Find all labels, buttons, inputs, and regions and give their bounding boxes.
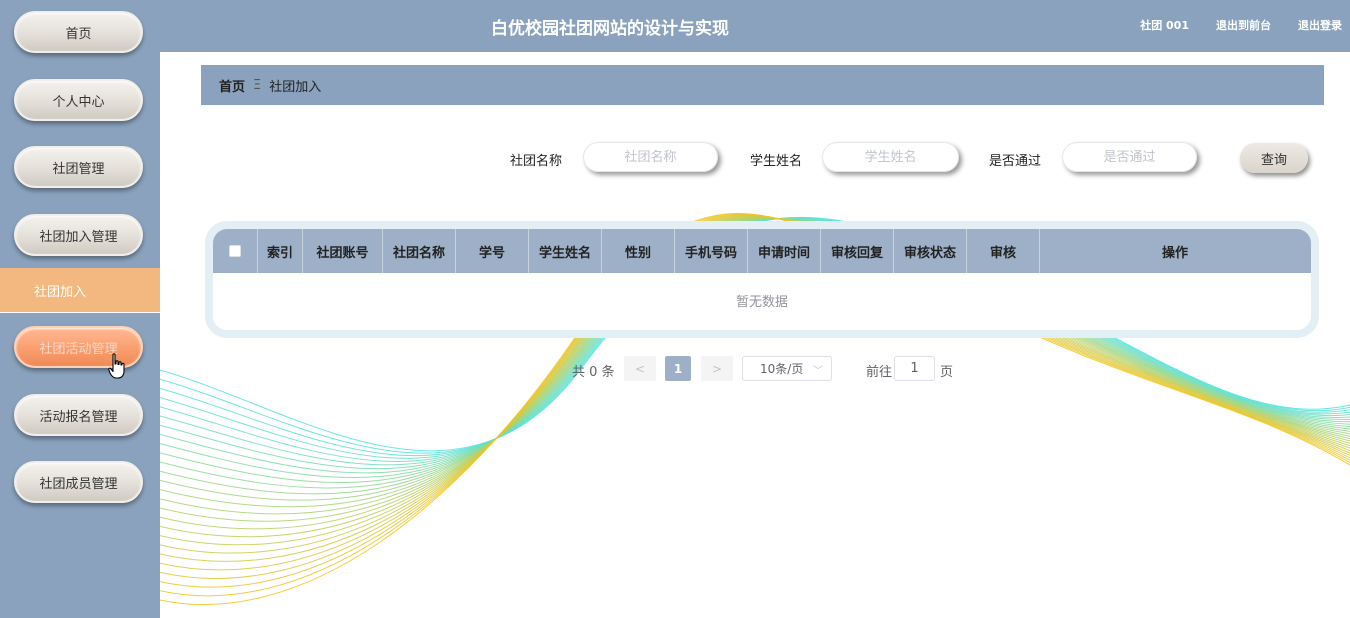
breadcrumb-current: 社团加入	[269, 79, 322, 95]
next-page-button[interactable]: >	[701, 356, 733, 381]
student-name-input[interactable]	[822, 142, 959, 172]
club-name-label: 社团名称	[510, 154, 563, 169]
select-all-checkbox[interactable]	[229, 245, 241, 257]
goto-page-input[interactable]	[894, 356, 935, 381]
column-header: 申请时间	[748, 229, 821, 273]
sidebar-item-label: 社团活动管理	[39, 341, 118, 357]
back-to-front-link[interactable]: 退出到前台	[1216, 17, 1271, 33]
sidebar: 首页 个人中心 社团管理 社团加入管理 社团加入 社团活动管理 活动报名管理 社…	[0, 0, 160, 618]
column-header: 社团名称	[383, 229, 456, 273]
column-header: 审核回复	[821, 229, 894, 273]
approved-label: 是否通过	[989, 154, 1042, 169]
pagination: 共 0 条 < 1 > 10条/页 ﹀ 前往 页	[0, 356, 1350, 382]
sidebar-subitem-club-join[interactable]: 社团加入	[0, 268, 160, 313]
current-user-label: 社团 001	[1140, 19, 1189, 32]
chevron-down-icon: ﹀	[813, 366, 823, 377]
page-number-button[interactable]: 1	[665, 356, 691, 381]
sidebar-item-home[interactable]: 首页	[14, 11, 143, 53]
column-header: 审核状态	[894, 229, 967, 273]
sidebar-item-label: 活动报名管理	[39, 409, 118, 425]
page-size-value: 10条/页	[760, 362, 804, 376]
approved-input[interactable]	[1062, 142, 1197, 172]
search-form: 社团名称 学生姓名 是否通过 查询	[0, 142, 1350, 174]
sidebar-item-label: 社团加入管理	[39, 229, 118, 245]
breadcrumb: 首页 Ξ 社团加入	[201, 65, 1324, 105]
top-header: 社团 001 退出到前台 退出登录	[160, 0, 1350, 52]
column-header: 学生姓名	[529, 229, 602, 273]
breadcrumb-separator: Ξ	[253, 77, 262, 93]
data-table: 索引 社团账号 社团名称 学号 学生姓名 性别 手机号码 申请时间 审核回复 审核状态 审核 操作 暂…	[205, 221, 1319, 338]
pagination-total: 共 0 条	[572, 365, 615, 380]
club-name-input[interactable]	[583, 142, 718, 172]
sidebar-subitem-label: 社团加入	[34, 284, 87, 300]
sidebar-item-club-member-management[interactable]: 社团成员管理	[14, 461, 143, 503]
page-suffix-label: 页	[940, 365, 954, 380]
column-header: 手机号码	[675, 229, 748, 273]
page-size-select[interactable]: 10条/页 ﹀	[742, 356, 832, 381]
column-header: 学号	[456, 229, 529, 273]
student-name-label: 学生姓名	[750, 154, 803, 169]
logout-link[interactable]: 退出登录	[1298, 17, 1342, 33]
query-button[interactable]: 查询	[1240, 143, 1308, 173]
empty-state-text: 暂无数据	[735, 295, 788, 310]
column-header: 审核	[967, 229, 1040, 273]
sidebar-item-label: 个人中心	[52, 94, 105, 110]
sidebar-item-activity-registration-management[interactable]: 活动报名管理	[14, 394, 143, 436]
sidebar-item-label: 社团成员管理	[39, 476, 118, 492]
column-header: 社团账号	[303, 229, 383, 273]
breadcrumb-home[interactable]: 首页	[219, 76, 245, 95]
table-header: 索引 社团账号 社团名称 学号 学生姓名 性别 手机号码 申请时间 审核回复 审核状态 审核 操作	[213, 229, 1311, 273]
column-header: 性别	[602, 229, 675, 273]
column-header: 操作	[1161, 245, 1188, 261]
select-all-cell	[213, 229, 258, 273]
goto-label: 前往	[866, 365, 893, 380]
sidebar-item-label: 首页	[65, 26, 92, 42]
sidebar-item-personal-center[interactable]: 个人中心	[14, 79, 143, 121]
header-links: 社团 001 退出到前台 退出登录	[1140, 17, 1342, 33]
sidebar-item-club-join-management[interactable]: 社团加入管理	[14, 214, 143, 256]
column-header: 索引	[258, 229, 303, 273]
prev-page-button[interactable]: <	[624, 356, 656, 381]
